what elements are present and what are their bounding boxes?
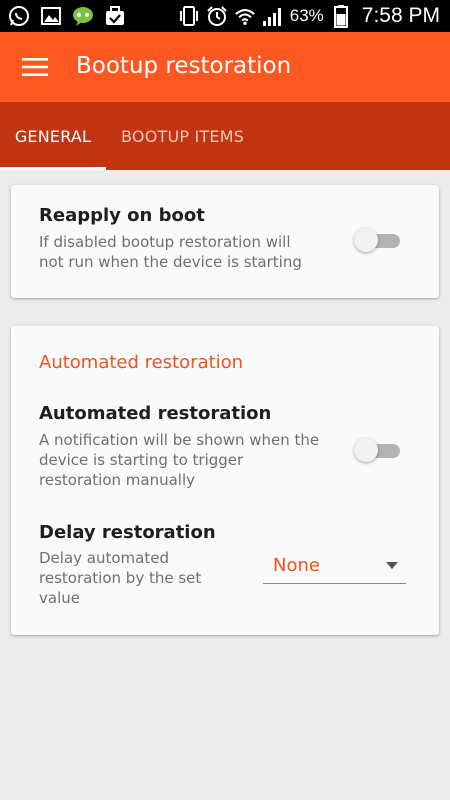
delay-title: Delay restoration — [39, 522, 216, 543]
dropdown-arrow-icon — [386, 562, 398, 569]
alarm-icon — [206, 5, 228, 27]
system-status: 63% 7:58 PM — [178, 4, 440, 28]
clock: 7:58 PM — [361, 4, 440, 27]
reapply-toggle-thumb — [354, 228, 378, 252]
app-bar: Bootup restoration — [0, 32, 450, 102]
delay-dropdown-value: None — [273, 555, 320, 576]
automated-title: Automated restoration — [39, 403, 272, 424]
whatsapp-icon — [8, 5, 30, 27]
menu-icon[interactable] — [22, 56, 48, 78]
signal-icon — [262, 5, 284, 27]
reapply-title: Reapply on boot — [39, 205, 205, 226]
delay-desc-line3: value — [39, 589, 80, 607]
wifi-icon — [234, 5, 256, 27]
vibrate-icon — [178, 5, 200, 27]
automated-desc-line1: A notification will be shown when the — [39, 431, 320, 449]
tab-general[interactable]: GENERAL — [0, 102, 106, 170]
chat-icon — [72, 5, 94, 27]
reapply-desc-line1: If disabled bootup restoration will — [39, 233, 291, 251]
reapply-card: Reapply on boot If disabled bootup resto… — [11, 185, 439, 298]
gallery-icon — [40, 5, 62, 27]
page-title: Bootup restoration — [76, 53, 292, 79]
tab-bootup-items[interactable]: BOOTUP ITEMS — [121, 102, 244, 170]
briefcase-check-icon — [104, 5, 126, 27]
battery-icon — [330, 5, 352, 28]
automated-desc-line3: restoration manually — [39, 471, 196, 489]
battery-percent: 63% — [289, 6, 324, 25]
automated-card: Automated restoration Automated restorat… — [11, 326, 439, 635]
automated-toggle-thumb — [354, 438, 378, 462]
delay-dropdown[interactable]: None — [263, 551, 406, 584]
reapply-desc-line2: not run when the device is starting — [39, 253, 302, 271]
tab-bootup-items-label: BOOTUP ITEMS — [121, 126, 245, 146]
status-bar: 63% 7:58 PM — [0, 0, 450, 32]
automated-section-title: Automated restoration — [39, 352, 244, 373]
automated-desc-line2: device is starting to trigger — [39, 451, 244, 469]
tab-bar: GENERAL BOOTUP ITEMS — [0, 102, 450, 170]
tab-general-label: GENERAL — [14, 126, 92, 146]
reapply-toggle[interactable] — [354, 228, 404, 252]
notification-icons — [8, 5, 126, 27]
automated-toggle[interactable] — [354, 438, 404, 462]
delay-desc-line1: Delay automated — [39, 549, 169, 567]
delay-desc-line2: restoration by the set — [39, 569, 202, 587]
